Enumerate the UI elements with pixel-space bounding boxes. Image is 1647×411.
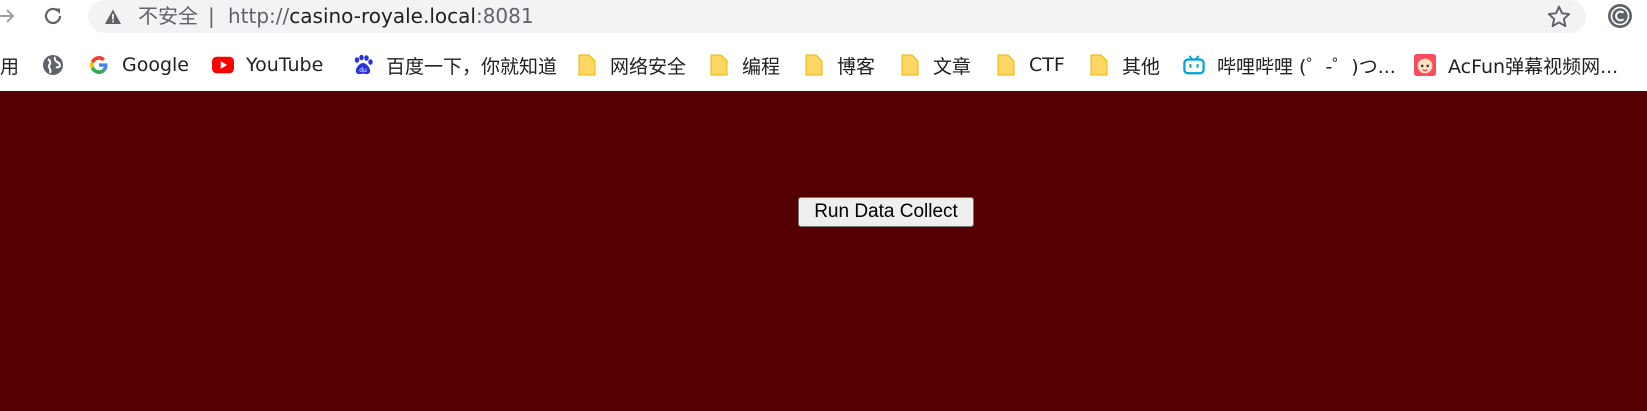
folder-icon: [995, 54, 1017, 76]
bookmark-bilibili[interactable]: 哔哩哔哩 (゜-゜)つ...: [1183, 50, 1396, 80]
bookmark-label: 哔哩哔哩 (゜-゜)つ...: [1217, 55, 1396, 78]
bookmark-globe[interactable]: [42, 50, 76, 80]
bookmark-label: 网络安全: [610, 55, 687, 78]
youtube-icon: [212, 54, 234, 76]
bookmark-apps[interactable]: 用: [0, 50, 19, 80]
folder-icon: [708, 54, 730, 76]
bookmark-baidu[interactable]: du 百度一下，你就知道: [352, 50, 557, 80]
bookmark-folder-security[interactable]: 网络安全: [576, 50, 686, 80]
bookmark-folder-blog[interactable]: 博客: [803, 50, 875, 80]
folder-icon: [899, 54, 921, 76]
bookmark-label: CTF: [1029, 54, 1065, 76]
url-port: :8081: [475, 4, 534, 28]
folder-icon: [1088, 54, 1110, 76]
baidu-icon: du: [352, 54, 374, 76]
not-secure-warning-icon[interactable]: [104, 8, 122, 26]
reload-icon: [44, 7, 62, 25]
bookmark-label: YouTube: [246, 54, 324, 76]
globe-icon: [42, 54, 64, 76]
url-host: casino-royale.local: [289, 4, 476, 28]
bookmark-acfun[interactable]: AcFun弹幕视频网...: [1414, 50, 1618, 80]
forward-arrow-icon: [0, 9, 15, 23]
page-content: Run Data Collect: [0, 91, 1647, 411]
bookmark-label: AcFun弹幕视频网...: [1448, 55, 1619, 78]
url-text[interactable]: http://casino-royale.local:8081: [228, 4, 534, 28]
bookmark-folder-ctf[interactable]: CTF: [995, 50, 1065, 80]
bookmark-label: Google: [122, 54, 190, 76]
bookmark-folder-other[interactable]: 其他: [1088, 50, 1160, 80]
bookmark-folder-articles[interactable]: 文章: [899, 50, 971, 80]
bookmark-youtube[interactable]: YouTube: [212, 50, 323, 80]
forward-button[interactable]: [0, 3, 20, 29]
run-data-collect-button[interactable]: Run Data Collect: [798, 197, 974, 227]
profile-avatar-icon[interactable]: [1607, 3, 1633, 29]
bookmark-label: 博客: [837, 55, 876, 78]
omnibox-separator: |: [208, 4, 215, 28]
bilibili-icon: [1183, 54, 1205, 76]
google-icon: [88, 54, 110, 76]
bookmark-google[interactable]: Google: [88, 50, 189, 80]
bookmark-star-icon[interactable]: [1546, 4, 1572, 30]
address-bar[interactable]: 不安全 | http://casino-royale.local:8081: [88, 0, 1586, 33]
bookmarks-bar: 用 Google YouTube du 百度一下，你就知道 网络安全 编程 博客…: [0, 46, 1647, 84]
bookmark-folder-programming[interactable]: 编程: [708, 50, 780, 80]
svg-text:du: du: [359, 67, 367, 74]
acfun-icon: [1414, 54, 1436, 76]
folder-icon: [803, 54, 825, 76]
browser-toolbar: 不安全 | http://casino-royale.local:8081: [0, 0, 1647, 33]
bookmark-label: 编程: [742, 55, 781, 78]
bookmark-label: 百度一下，你就知道: [386, 55, 558, 78]
bookmark-label: 用: [0, 55, 20, 78]
url-scheme: http://: [228, 4, 290, 28]
bookmark-label: 其他: [1122, 55, 1161, 78]
folder-icon: [576, 54, 598, 76]
security-label: 不安全: [138, 4, 198, 28]
reload-button[interactable]: [40, 3, 66, 29]
bookmark-label: 文章: [933, 55, 972, 78]
